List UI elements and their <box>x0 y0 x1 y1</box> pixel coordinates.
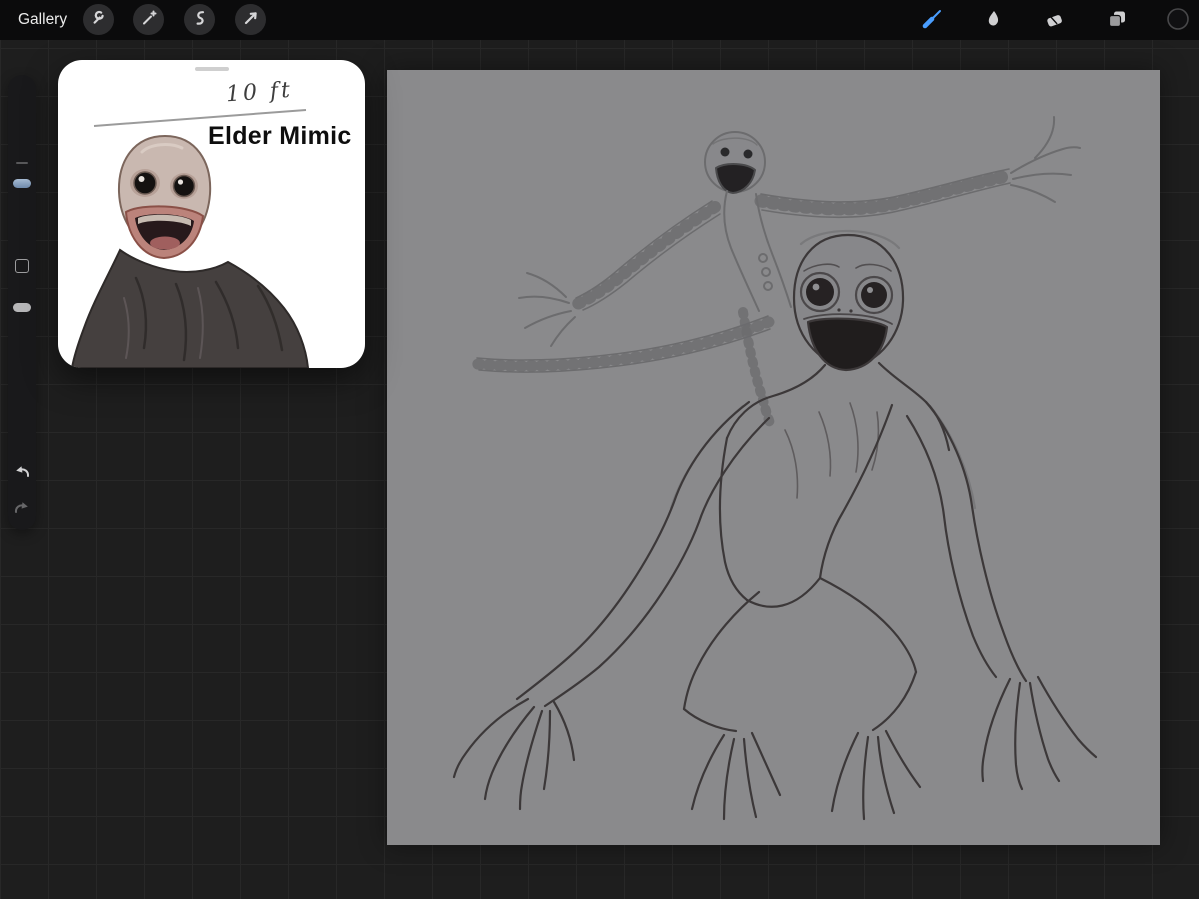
color-swatch-button[interactable] <box>1165 7 1191 33</box>
brush-size-slider[interactable] <box>13 179 31 188</box>
top-toolbar: Gallery <box>0 0 1199 40</box>
adjustments-button[interactable] <box>133 4 164 35</box>
canvas-artwork <box>452 116 1098 821</box>
reference-title: Elder Mimic <box>208 122 352 150</box>
redo-arrow-icon <box>12 502 32 518</box>
undo-arrow-icon <box>12 466 32 482</box>
selection-button[interactable] <box>184 4 215 35</box>
brush-icon <box>920 7 944 34</box>
transform-arrow-icon <box>242 9 260 30</box>
paint-tool-button[interactable] <box>919 7 945 33</box>
transform-button[interactable] <box>235 4 266 35</box>
layers-icon <box>1106 8 1128 33</box>
reference-artwork <box>70 109 310 368</box>
layers-button[interactable] <box>1104 7 1130 33</box>
modify-button[interactable] <box>15 259 29 273</box>
color-swatch-icon <box>1166 7 1190 34</box>
side-toolbar <box>8 75 36 530</box>
redo-button[interactable] <box>12 499 32 518</box>
brush-size-tick <box>16 162 28 164</box>
selection-s-icon <box>191 9 209 30</box>
smudge-tool-button[interactable] <box>980 7 1006 33</box>
drawing-canvas[interactable] <box>387 70 1160 845</box>
opacity-slider[interactable] <box>13 303 31 312</box>
eraser-tool-button[interactable] <box>1042 7 1068 33</box>
magic-wand-icon <box>140 9 158 30</box>
panel-drag-handle-icon[interactable] <box>194 67 229 71</box>
wrench-icon <box>90 9 108 30</box>
actions-button[interactable] <box>83 4 114 35</box>
reference-panel[interactable]: 10 ft Elder Mimic <box>58 60 365 368</box>
reference-height-label: 10 ft <box>225 77 294 108</box>
smudge-icon <box>982 8 1004 33</box>
undo-button[interactable] <box>12 463 32 482</box>
gallery-button[interactable]: Gallery <box>18 0 67 40</box>
eraser-icon <box>1044 8 1066 33</box>
